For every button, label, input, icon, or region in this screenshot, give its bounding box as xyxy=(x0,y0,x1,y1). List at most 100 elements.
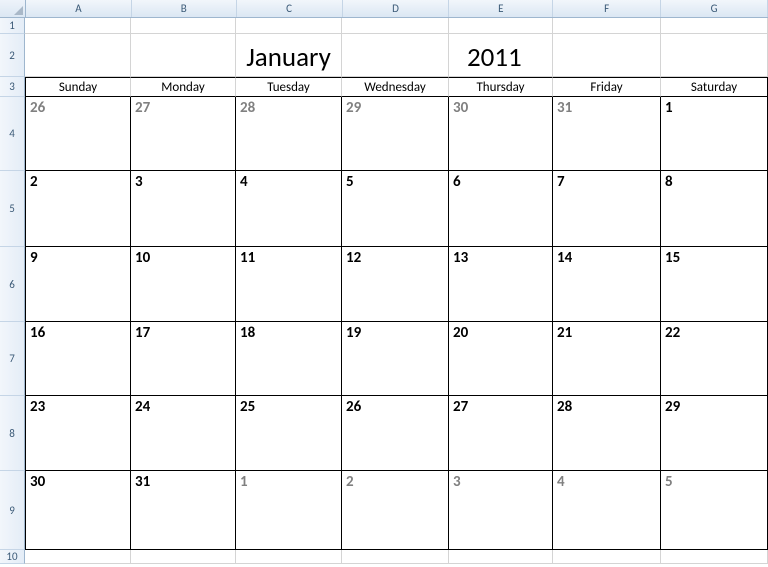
cell-g2[interactable] xyxy=(661,34,768,77)
cell-f1[interactable] xyxy=(553,18,661,34)
cell-g1[interactable] xyxy=(661,18,768,34)
column-header-c[interactable]: C xyxy=(237,0,343,17)
cell-c1[interactable] xyxy=(236,18,342,34)
row-header-9[interactable]: 9 xyxy=(0,471,25,550)
calendar-date-cell[interactable]: 31 xyxy=(131,471,236,550)
cell-f10[interactable] xyxy=(553,550,661,564)
calendar-date-cell[interactable]: 4 xyxy=(236,171,342,247)
calendar-date-cell[interactable]: 21 xyxy=(553,322,661,396)
column-header-f[interactable]: F xyxy=(553,0,661,17)
select-all-icon xyxy=(14,6,23,15)
calendar-date-cell[interactable]: 28 xyxy=(553,396,661,471)
calendar-date-cell[interactable]: 5 xyxy=(661,471,768,550)
calendar-date-cell[interactable]: 27 xyxy=(449,396,553,471)
row-header-3[interactable]: 3 xyxy=(0,77,25,97)
calendar-date-cell[interactable]: 23 xyxy=(25,396,131,471)
calendar-date-cell[interactable]: 10 xyxy=(131,247,236,322)
cell-e10[interactable] xyxy=(449,550,553,564)
cell-a1[interactable] xyxy=(25,18,131,34)
dow-saturday[interactable]: Saturday xyxy=(661,77,768,97)
calendar-date-cell[interactable]: 26 xyxy=(25,97,131,171)
calendar-date-cell[interactable]: 9 xyxy=(25,247,131,322)
row-header-5[interactable]: 5 xyxy=(0,171,25,247)
cell-e1[interactable] xyxy=(449,18,553,34)
calendar-date-cell[interactable]: 30 xyxy=(25,471,131,550)
row-header-6[interactable]: 6 xyxy=(0,247,25,322)
cell-b1[interactable] xyxy=(131,18,236,34)
dow-thursday[interactable]: Thursday xyxy=(449,77,553,97)
calendar-date-cell[interactable]: 13 xyxy=(449,247,553,322)
row-header-10[interactable]: 10 xyxy=(0,550,25,564)
row-9: 9303112345 xyxy=(0,471,768,550)
calendar-date-cell[interactable]: 8 xyxy=(661,171,768,247)
dow-tuesday[interactable]: Tuesday xyxy=(236,77,342,97)
column-header-e[interactable]: E xyxy=(449,0,553,17)
dow-friday[interactable]: Friday xyxy=(553,77,661,97)
calendar-date-cell[interactable]: 5 xyxy=(342,171,449,247)
row-8: 823242526272829 xyxy=(0,396,768,471)
column-header-a[interactable]: A xyxy=(26,0,132,17)
row-2: 2 January 2011 xyxy=(0,34,768,77)
row-6: 69101112131415 xyxy=(0,247,768,322)
row-4: 42627282930311 xyxy=(0,97,768,171)
column-header-d[interactable]: D xyxy=(343,0,450,17)
calendar-date-cell[interactable]: 14 xyxy=(553,247,661,322)
calendar-month[interactable]: January xyxy=(236,34,342,77)
calendar-date-cell[interactable]: 16 xyxy=(25,322,131,396)
row-1: 1 xyxy=(0,18,768,34)
calendar-date-cell[interactable]: 29 xyxy=(342,97,449,171)
calendar-date-cell[interactable]: 24 xyxy=(131,396,236,471)
calendar-date-cell[interactable]: 20 xyxy=(449,322,553,396)
calendar-date-cell[interactable]: 26 xyxy=(342,396,449,471)
calendar-date-cell[interactable]: 1 xyxy=(236,471,342,550)
calendar-date-cell[interactable]: 1 xyxy=(661,97,768,171)
calendar-date-cell[interactable]: 31 xyxy=(553,97,661,171)
calendar-date-cell[interactable]: 3 xyxy=(131,171,236,247)
calendar-date-cell[interactable]: 28 xyxy=(236,97,342,171)
calendar-date-cell[interactable]: 30 xyxy=(449,97,553,171)
column-header-row: A B C D E F G xyxy=(0,0,768,18)
cell-b10[interactable] xyxy=(131,550,236,564)
row-header-7[interactable]: 7 xyxy=(0,322,25,396)
calendar-date-cell[interactable]: 18 xyxy=(236,322,342,396)
cell-a10[interactable] xyxy=(25,550,131,564)
column-header-g[interactable]: G xyxy=(661,0,768,17)
calendar-date-cell[interactable]: 29 xyxy=(661,396,768,471)
row-header-4[interactable]: 4 xyxy=(0,97,25,171)
calendar-date-cell[interactable]: 27 xyxy=(131,97,236,171)
calendar-date-cell[interactable]: 6 xyxy=(449,171,553,247)
calendar-date-cell[interactable]: 17 xyxy=(131,322,236,396)
row-header-8[interactable]: 8 xyxy=(0,396,25,471)
dow-monday[interactable]: Monday xyxy=(131,77,236,97)
calendar-date-cell[interactable]: 22 xyxy=(661,322,768,396)
calendar-date-cell[interactable]: 3 xyxy=(449,471,553,550)
calendar-date-cell[interactable]: 7 xyxy=(553,171,661,247)
cell-c10[interactable] xyxy=(236,550,342,564)
calendar-date-cell[interactable]: 12 xyxy=(342,247,449,322)
cell-f2[interactable] xyxy=(553,34,661,77)
dow-sunday[interactable]: Sunday xyxy=(25,77,131,97)
column-header-b[interactable]: B xyxy=(132,0,237,17)
cell-g10[interactable] xyxy=(661,550,768,564)
calendar-date-cell[interactable]: 11 xyxy=(236,247,342,322)
calendar-date-cell[interactable]: 4 xyxy=(553,471,661,550)
cell-a2[interactable] xyxy=(25,34,131,77)
calendar-year[interactable]: 2011 xyxy=(449,34,553,77)
dow-wednesday[interactable]: Wednesday xyxy=(342,77,449,97)
spreadsheet[interactable]: A B C D E F G 1 2 January 2011 xyxy=(0,0,768,567)
row-3: 3 Sunday Monday Tuesday Wednesday Thursd… xyxy=(0,77,768,97)
cell-d1[interactable] xyxy=(342,18,449,34)
cell-b2[interactable] xyxy=(131,34,236,77)
calendar-date-cell[interactable]: 15 xyxy=(661,247,768,322)
row-header-2[interactable]: 2 xyxy=(0,34,25,77)
cell-d2[interactable] xyxy=(342,34,449,77)
select-all-corner[interactable] xyxy=(0,0,26,17)
cell-d10[interactable] xyxy=(342,550,449,564)
row-10: 10 xyxy=(0,550,768,564)
calendar-date-cell[interactable]: 25 xyxy=(236,396,342,471)
row-header-1[interactable]: 1 xyxy=(0,18,25,34)
row-5: 52345678 xyxy=(0,171,768,247)
calendar-date-cell[interactable]: 19 xyxy=(342,322,449,396)
calendar-date-cell[interactable]: 2 xyxy=(342,471,449,550)
calendar-date-cell[interactable]: 2 xyxy=(25,171,131,247)
